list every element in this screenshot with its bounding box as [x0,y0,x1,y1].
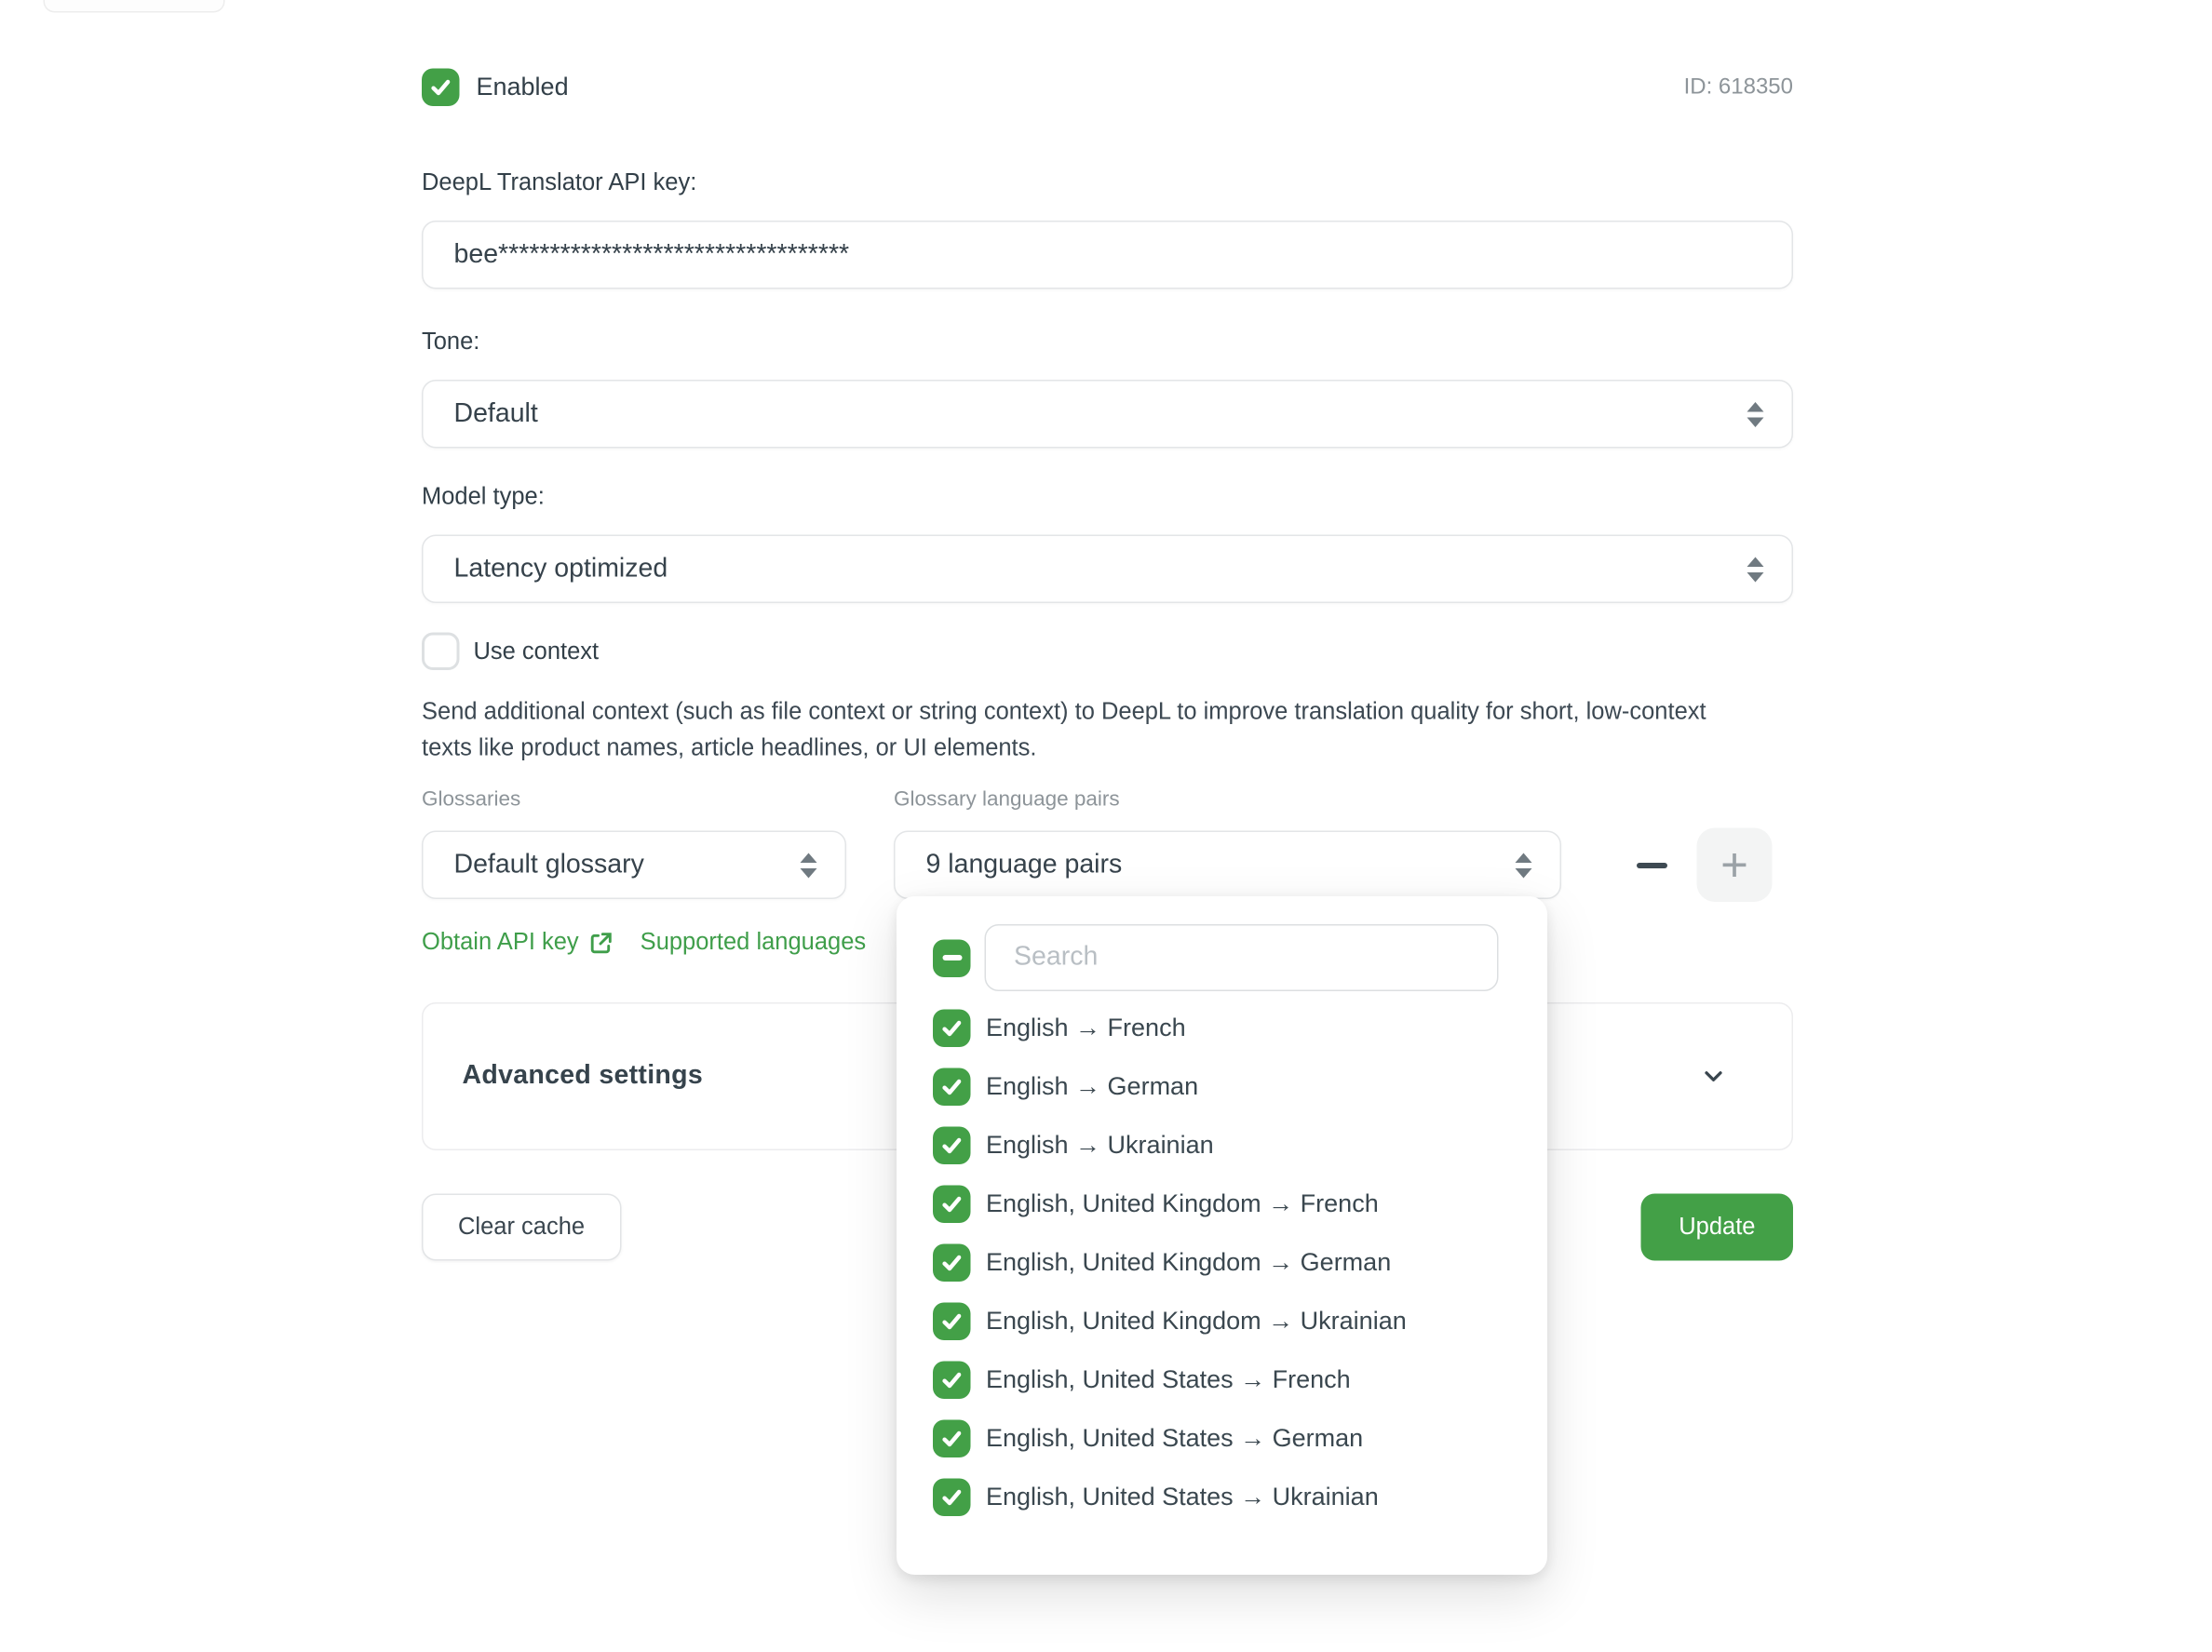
check-icon [940,1309,964,1333]
clear-cache-button[interactable]: Clear cache [422,1194,621,1261]
language-pair-option[interactable]: English, United States → Ukrainian [933,1468,1547,1526]
supported-languages-text: Supported languages [641,929,866,957]
select-arrows-icon [1516,853,1532,878]
pair-checkbox[interactable] [933,1361,971,1399]
add-glossary-button[interactable]: + [1697,828,1773,903]
select-arrows-icon [1747,401,1764,426]
model-type-select[interactable]: Latency optimized [422,535,1793,604]
pair-label: English, United States → German [986,1423,1363,1453]
language-pair-option[interactable]: English → German [933,1057,1547,1116]
language-pair-option[interactable]: English, United Kingdom → German [933,1233,1547,1292]
tone-label: Tone: [422,329,1793,356]
pair-label: English, United Kingdom → German [986,1247,1391,1277]
pair-label: English, United Kingdom → Ukrainian [986,1306,1407,1336]
language-pair-option[interactable]: English, United States → French [933,1350,1547,1409]
pair-checkbox[interactable] [933,1185,971,1223]
obtain-api-key-link[interactable]: Obtain API key [422,929,614,957]
update-button[interactable]: Update [1641,1194,1793,1261]
language-pair-option[interactable]: English, United Kingdom → French [933,1175,1547,1233]
check-icon [940,1426,964,1450]
check-icon [429,75,453,100]
pair-checkbox[interactable] [933,1068,971,1106]
language-pair-option[interactable]: English → Ukrainian [933,1116,1547,1175]
enabled-checkbox[interactable] [422,69,460,107]
model-type-label: Model type: [422,483,1793,511]
model-type-value: Latency optimized [454,554,1747,584]
use-context-label: Use context [474,638,600,665]
language-pair-option[interactable]: English, United States → German [933,1409,1547,1468]
use-context-checkbox[interactable] [422,633,460,671]
language-pair-option[interactable]: English, United Kingdom → Ukrainian [933,1292,1547,1350]
pair-label: English, United Kingdom → French [986,1189,1379,1218]
check-icon [940,1191,964,1215]
clipped-top-element [44,0,225,13]
language-pairs-select[interactable]: 9 language pairs [894,831,1561,900]
pair-label: English, United States → Ukrainian [986,1482,1379,1511]
dropdown-search-input[interactable] [985,924,1499,991]
glossary-labels-row: Glossaries Glossary language pairs [422,787,1793,812]
tone-select[interactable]: Default [422,380,1793,449]
pair-checkbox[interactable] [933,1478,971,1516]
minus-icon [1637,862,1667,867]
pair-checkbox[interactable] [933,1419,971,1457]
obtain-api-key-text: Obtain API key [422,929,579,957]
plus-icon: + [1720,841,1748,889]
pair-checkbox[interactable] [933,1243,971,1282]
external-link-icon [590,931,614,955]
pair-label: English → German [986,1071,1198,1101]
integration-id: ID: 618350 [1684,74,1793,100]
glossary-row: Default glossary 9 language pairs + [422,828,1793,903]
remove-glossary-button[interactable] [1631,844,1673,886]
language-pairs-dropdown: English → French English → German Englis… [897,896,1547,1575]
check-icon [940,1074,964,1098]
supported-languages-link[interactable]: Supported languages [641,929,866,957]
check-icon [940,1133,964,1157]
check-icon [940,1250,964,1274]
advanced-settings-title: Advanced settings [463,1061,704,1092]
pair-label: English, United States → French [986,1364,1351,1394]
chevron-down-icon [1703,1066,1725,1088]
indeterminate-icon [942,955,962,961]
language-pairs-value: 9 language pairs [926,850,1516,880]
enabled-row: Enabled ID: 618350 [422,69,1793,107]
tone-value: Default [454,398,1747,429]
check-icon [940,1015,964,1040]
select-arrows-icon [1747,557,1764,582]
api-key-label: DeepL Translator API key: [422,169,1793,197]
glossary-value: Default glossary [454,850,801,880]
settings-page: Enabled ID: 618350 DeepL Translator API … [0,0,2212,1652]
pair-checkbox[interactable] [933,1009,971,1047]
language-pair-list: English → French English → German Englis… [933,999,1547,1526]
use-context-row: Use context [422,633,1793,671]
pair-checkbox[interactable] [933,1302,971,1340]
select-all-checkbox-indeterminate[interactable] [933,939,971,977]
api-key-input[interactable] [422,221,1793,289]
pair-checkbox[interactable] [933,1126,971,1164]
glossary-select[interactable]: Default glossary [422,831,846,900]
select-arrows-icon [801,853,817,878]
enabled-label: Enabled [477,73,569,102]
check-icon [940,1484,964,1509]
glossary-pairs-label: Glossary language pairs [894,787,1120,812]
use-context-description: Send additional context (such as file co… [422,694,1709,767]
pair-label: English → Ukrainian [986,1130,1214,1160]
dropdown-search-row [933,924,1547,991]
language-pair-option[interactable]: English → French [933,999,1547,1057]
pair-label: English → French [986,1013,1186,1042]
glossaries-label: Glossaries [422,787,894,812]
check-icon [940,1367,964,1391]
